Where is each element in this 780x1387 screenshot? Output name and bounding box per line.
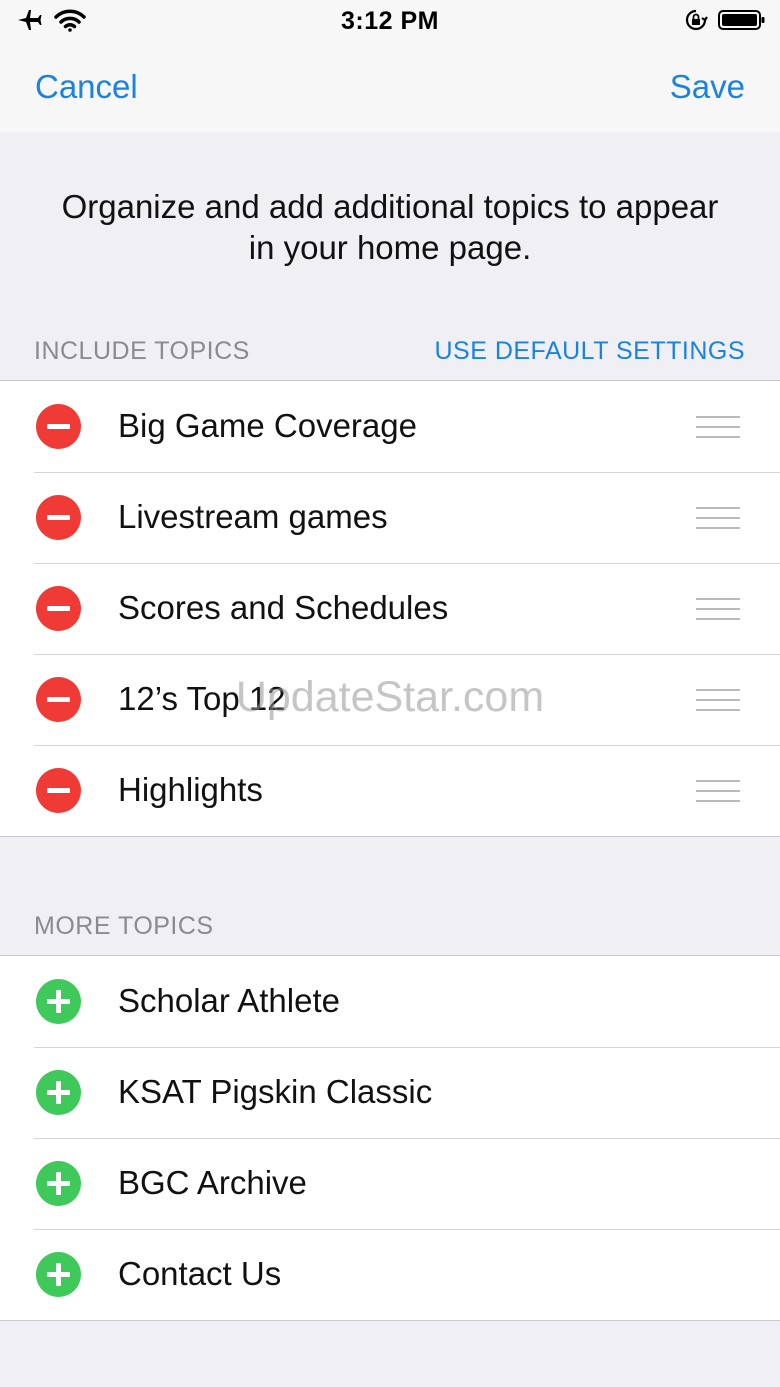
add-icon[interactable] [36,1252,81,1297]
include-topics-label: INCLUDE TOPICS [34,337,250,365]
add-icon[interactable] [36,1161,81,1206]
status-bar: 3:12 PM [0,0,780,44]
navigation-bar: Cancel Save [0,44,780,132]
remove-icon[interactable] [36,677,81,722]
list-item[interactable]: Highlights [0,745,780,836]
add-icon[interactable] [36,979,81,1024]
more-topics-label: MORE TOPICS [34,912,214,940]
battery-icon [718,10,765,30]
drag-handle-icon[interactable] [696,507,740,529]
drag-handle-icon[interactable] [696,416,740,438]
status-right [684,8,766,32]
topic-label: BGC Archive [118,1164,307,1201]
topic-label: KSAT Pigskin Classic [118,1073,433,1110]
drag-handle-icon[interactable] [696,780,740,802]
remove-icon[interactable] [36,495,81,540]
drag-handle-icon[interactable] [696,598,740,620]
remove-icon[interactable] [36,404,81,449]
list-item[interactable]: Scholar Athlete [0,956,780,1047]
list-item[interactable]: BGC Archive [0,1138,780,1229]
list-item[interactable]: KSAT Pigskin Classic [0,1047,780,1138]
use-default-settings-button[interactable]: USE DEFAULT SETTINGS [434,337,745,366]
save-button[interactable]: Save [670,68,745,106]
add-icon[interactable] [36,1070,81,1115]
topic-label: 12’s Top 12 [118,680,286,717]
topic-label: Highlights [118,771,263,808]
topic-label: Scores and Schedules [118,589,449,626]
include-topics-list: Big Game Coverage Livestream games Score… [0,380,780,837]
status-time: 3:12 PM [341,7,439,35]
topic-label: Big Game Coverage [118,407,417,444]
list-item[interactable]: Big Game Coverage [0,381,780,472]
drag-handle-icon[interactable] [696,689,740,711]
list-item[interactable]: Scores and Schedules [0,563,780,654]
list-item[interactable]: 12’s Top 12 [0,654,780,745]
intro-text: Organize and add additional topics to ap… [61,188,719,266]
more-topics-list: Scholar Athlete KSAT Pigskin Classic BGC… [0,955,780,1321]
topic-label: Scholar Athlete [118,982,340,1019]
remove-icon[interactable] [36,768,81,813]
topic-label: Livestream games [118,498,388,535]
topic-label: Contact Us [118,1255,282,1292]
list-item[interactable]: Contact Us [0,1229,780,1320]
cancel-button[interactable]: Cancel [35,68,138,106]
orientation-lock-icon [685,9,708,31]
remove-icon[interactable] [36,586,81,631]
list-item[interactable]: Livestream games [0,472,780,563]
